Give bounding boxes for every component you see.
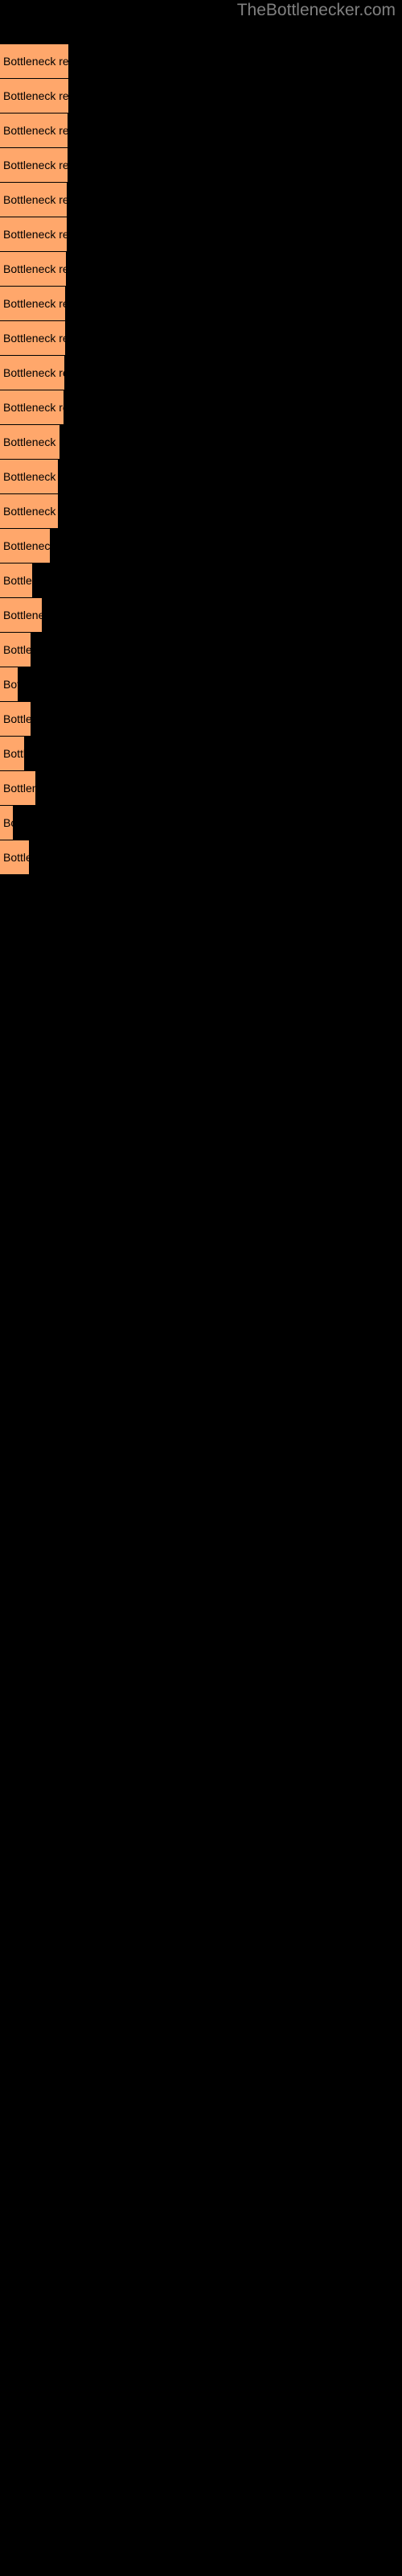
bottleneck-result-bar[interactable]: Bottleneck result (0, 494, 58, 528)
bar-row: Bottleneck result (0, 148, 68, 182)
bottleneck-result-bar[interactable]: Bottleneck result (0, 252, 66, 286)
bottleneck-result-bar[interactable]: Bottleneck result (0, 598, 42, 632)
bottleneck-result-bar[interactable]: Bottleneck result (0, 806, 13, 840)
bottleneck-result-bar[interactable]: Bottleneck result (0, 287, 65, 320)
bar-label: Bottleneck result (3, 609, 42, 621)
bar-row: Bottleneck result (0, 529, 50, 563)
bottleneck-result-bar[interactable]: Bottleneck result (0, 217, 67, 251)
bar-label: Bottleneck result (3, 505, 58, 518)
bar-row: Bottleneck result (0, 494, 58, 528)
bottleneck-result-bar[interactable]: Bottleneck result (0, 564, 32, 597)
bar-row: Bottleneck result (0, 564, 32, 597)
bar-label: Bottleneck result (3, 436, 59, 448)
bar-row: Bottleneck result (0, 771, 35, 805)
bottleneck-result-bar[interactable]: Bottleneck result (0, 425, 59, 459)
bar-label: Bottleneck result (3, 124, 68, 137)
bottleneck-result-bar[interactable]: Bottleneck result (0, 44, 68, 78)
bottleneck-bar-chart: Bottleneck result Bottleneck result Bottle… (0, 0, 402, 2576)
bottleneck-result-bar[interactable]: Bottleneck result (0, 840, 29, 874)
bar-row: Bottleneck result (0, 598, 42, 632)
bar-row: Bottleneck result (0, 287, 65, 320)
bottleneck-result-bar[interactable]: Bottleneck result (0, 79, 68, 113)
bar-label: Bottleneck result (3, 366, 64, 379)
bottleneck-result-bar[interactable]: Bottleneck result (0, 667, 18, 701)
bar-label: Bottleneck result (3, 228, 67, 241)
bar-row: Bottleneck result (0, 356, 64, 390)
bottleneck-result-bar[interactable]: Bottleneck result (0, 148, 68, 182)
bottleneck-result-bar[interactable]: Bottleneck result (0, 321, 65, 355)
bottleneck-result-bar[interactable]: Bottleneck result (0, 390, 64, 424)
bar-row: Bottleneck result (0, 737, 24, 770)
bar-label: Bottleneck result (3, 643, 31, 656)
bottleneck-result-bar[interactable]: Bottleneck result (0, 114, 68, 147)
bar-row: Bottleneck result (0, 217, 67, 251)
bar-row: Bottleneck result (0, 44, 68, 78)
bar-row: Bottleneck result (0, 460, 58, 493)
bar-label: Bottleneck result (3, 159, 68, 171)
bottleneck-result-bar[interactable]: Bottleneck result (0, 356, 64, 390)
bottleneck-result-bar[interactable]: Bottleneck result (0, 771, 35, 805)
bar-label: Bottleneck result (3, 401, 64, 414)
bar-row: Bottleneck result (0, 390, 64, 424)
bar-label: Bottleneck result (3, 539, 50, 552)
bottleneck-result-bar[interactable]: Bottleneck result (0, 460, 58, 493)
bar-label: Bottleneck result (3, 851, 29, 864)
bar-row: Bottleneck result (0, 252, 66, 286)
bar-label: Bottleneck result (3, 574, 32, 587)
bar-label: Bottleneck result (3, 782, 35, 795)
bar-row: Bottleneck result (0, 183, 67, 217)
bar-label: Bottleneck result (3, 55, 68, 68)
bar-label: Bottleneck result (3, 470, 58, 483)
bar-label: Bottleneck result (3, 332, 65, 345)
bar-row: Bottleneck result (0, 667, 18, 701)
bar-row: Bottleneck result (0, 806, 13, 840)
bar-row: Bottleneck result (0, 840, 29, 874)
bar-row: Bottleneck result (0, 425, 59, 459)
bar-label: Bottleneck result (3, 262, 66, 275)
bar-label: Bottleneck result (3, 89, 68, 102)
bar-row: Bottleneck result (0, 114, 68, 147)
bottleneck-result-bar[interactable]: Bottleneck result (0, 633, 31, 667)
bar-label: Bottleneck result (3, 297, 65, 310)
bar-row: Bottleneck result (0, 633, 31, 667)
bottleneck-result-bar[interactable]: Bottleneck result (0, 529, 50, 563)
bar-label: Bottleneck result (3, 678, 18, 691)
bar-label: Bottleneck result (3, 712, 31, 725)
bar-row: Bottleneck result (0, 321, 65, 355)
bar-row: Bottleneck result (0, 79, 68, 113)
bar-label: Bottleneck result (3, 747, 24, 760)
bar-label: Bottleneck result (3, 816, 13, 829)
bottleneck-result-bar[interactable]: Bottleneck result (0, 737, 24, 770)
bottleneck-result-bar[interactable]: Bottleneck result (0, 702, 31, 736)
bar-row: Bottleneck result (0, 702, 31, 736)
bar-label: Bottleneck result (3, 193, 67, 206)
bottleneck-result-bar[interactable]: Bottleneck result (0, 183, 67, 217)
